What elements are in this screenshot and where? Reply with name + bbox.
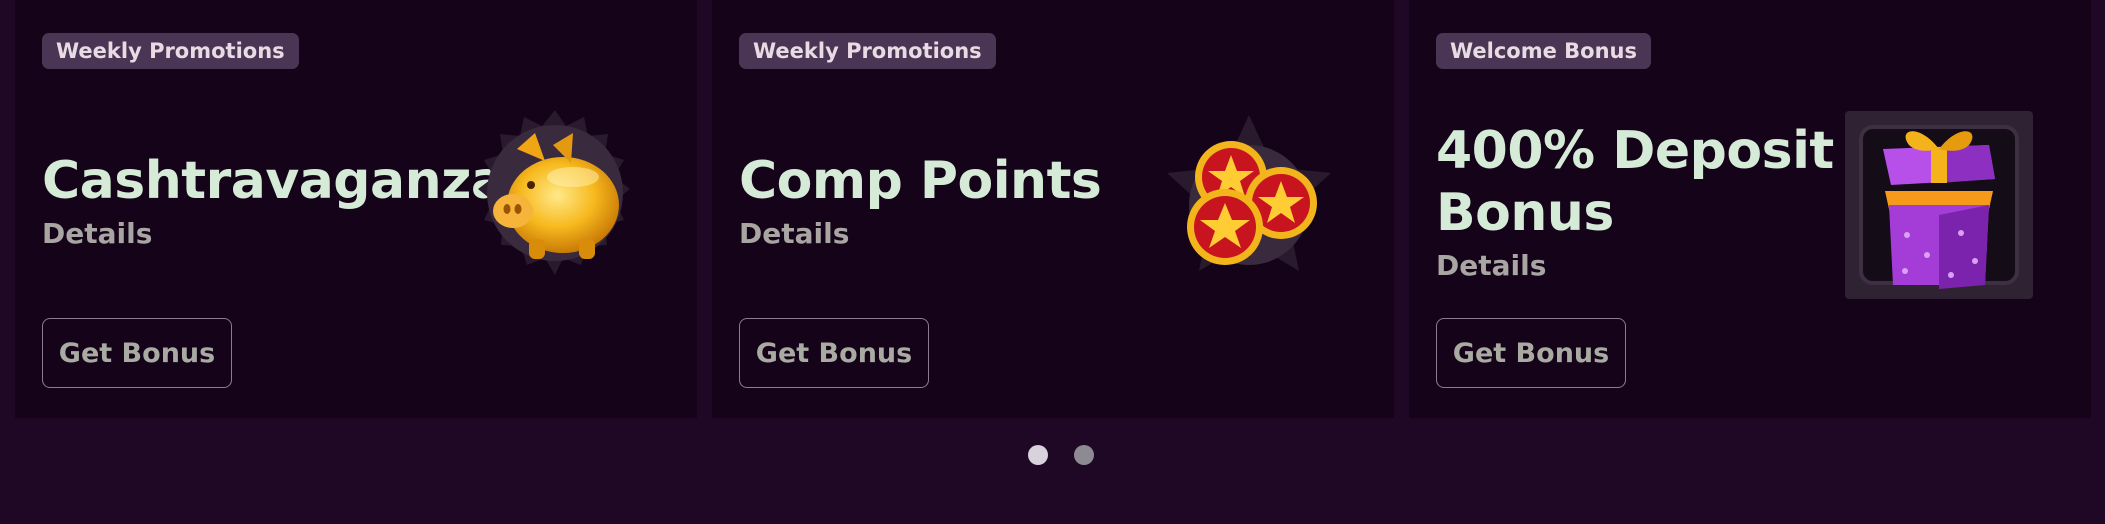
piggy-bank-icon (455, 105, 655, 305)
get-bonus-button[interactable]: Get Bonus (42, 318, 232, 388)
gift-box-icon (1839, 105, 2039, 305)
promotion-title: 400% Deposit Bonus (1436, 121, 1834, 243)
get-bonus-button[interactable]: Get Bonus (1436, 318, 1626, 388)
category-badge: Weekly Promotions (42, 33, 299, 69)
carousel-pagination (1028, 445, 1098, 467)
promotions-carousel: Weekly Promotions Cashtravaganza Details… (0, 0, 2105, 524)
details-link[interactable]: Details (42, 217, 152, 251)
promotion-cards: Weekly Promotions Cashtravaganza Details… (0, 0, 2105, 420)
promotion-card-cashtravaganza: Weekly Promotions Cashtravaganza Details… (15, 0, 697, 418)
category-badge: Welcome Bonus (1436, 33, 1652, 69)
promotion-card-deposit-bonus: Welcome Bonus 400% Deposit Bonus Details… (1409, 0, 2091, 418)
details-link[interactable]: Details (739, 217, 849, 251)
get-bonus-button[interactable]: Get Bonus (739, 318, 929, 388)
promotion-title: Comp Points (739, 151, 1102, 211)
promotion-card-comp-points: Weekly Promotions Comp Points Details Ge… (712, 0, 1394, 418)
pagination-dot-2[interactable] (1074, 445, 1094, 465)
promotion-title: Cashtravaganza (42, 151, 506, 211)
category-badge: Weekly Promotions (739, 33, 996, 69)
pagination-dot-1-active[interactable] (1028, 445, 1048, 465)
details-link[interactable]: Details (1436, 249, 1546, 283)
star-coins-icon (1149, 105, 1349, 305)
